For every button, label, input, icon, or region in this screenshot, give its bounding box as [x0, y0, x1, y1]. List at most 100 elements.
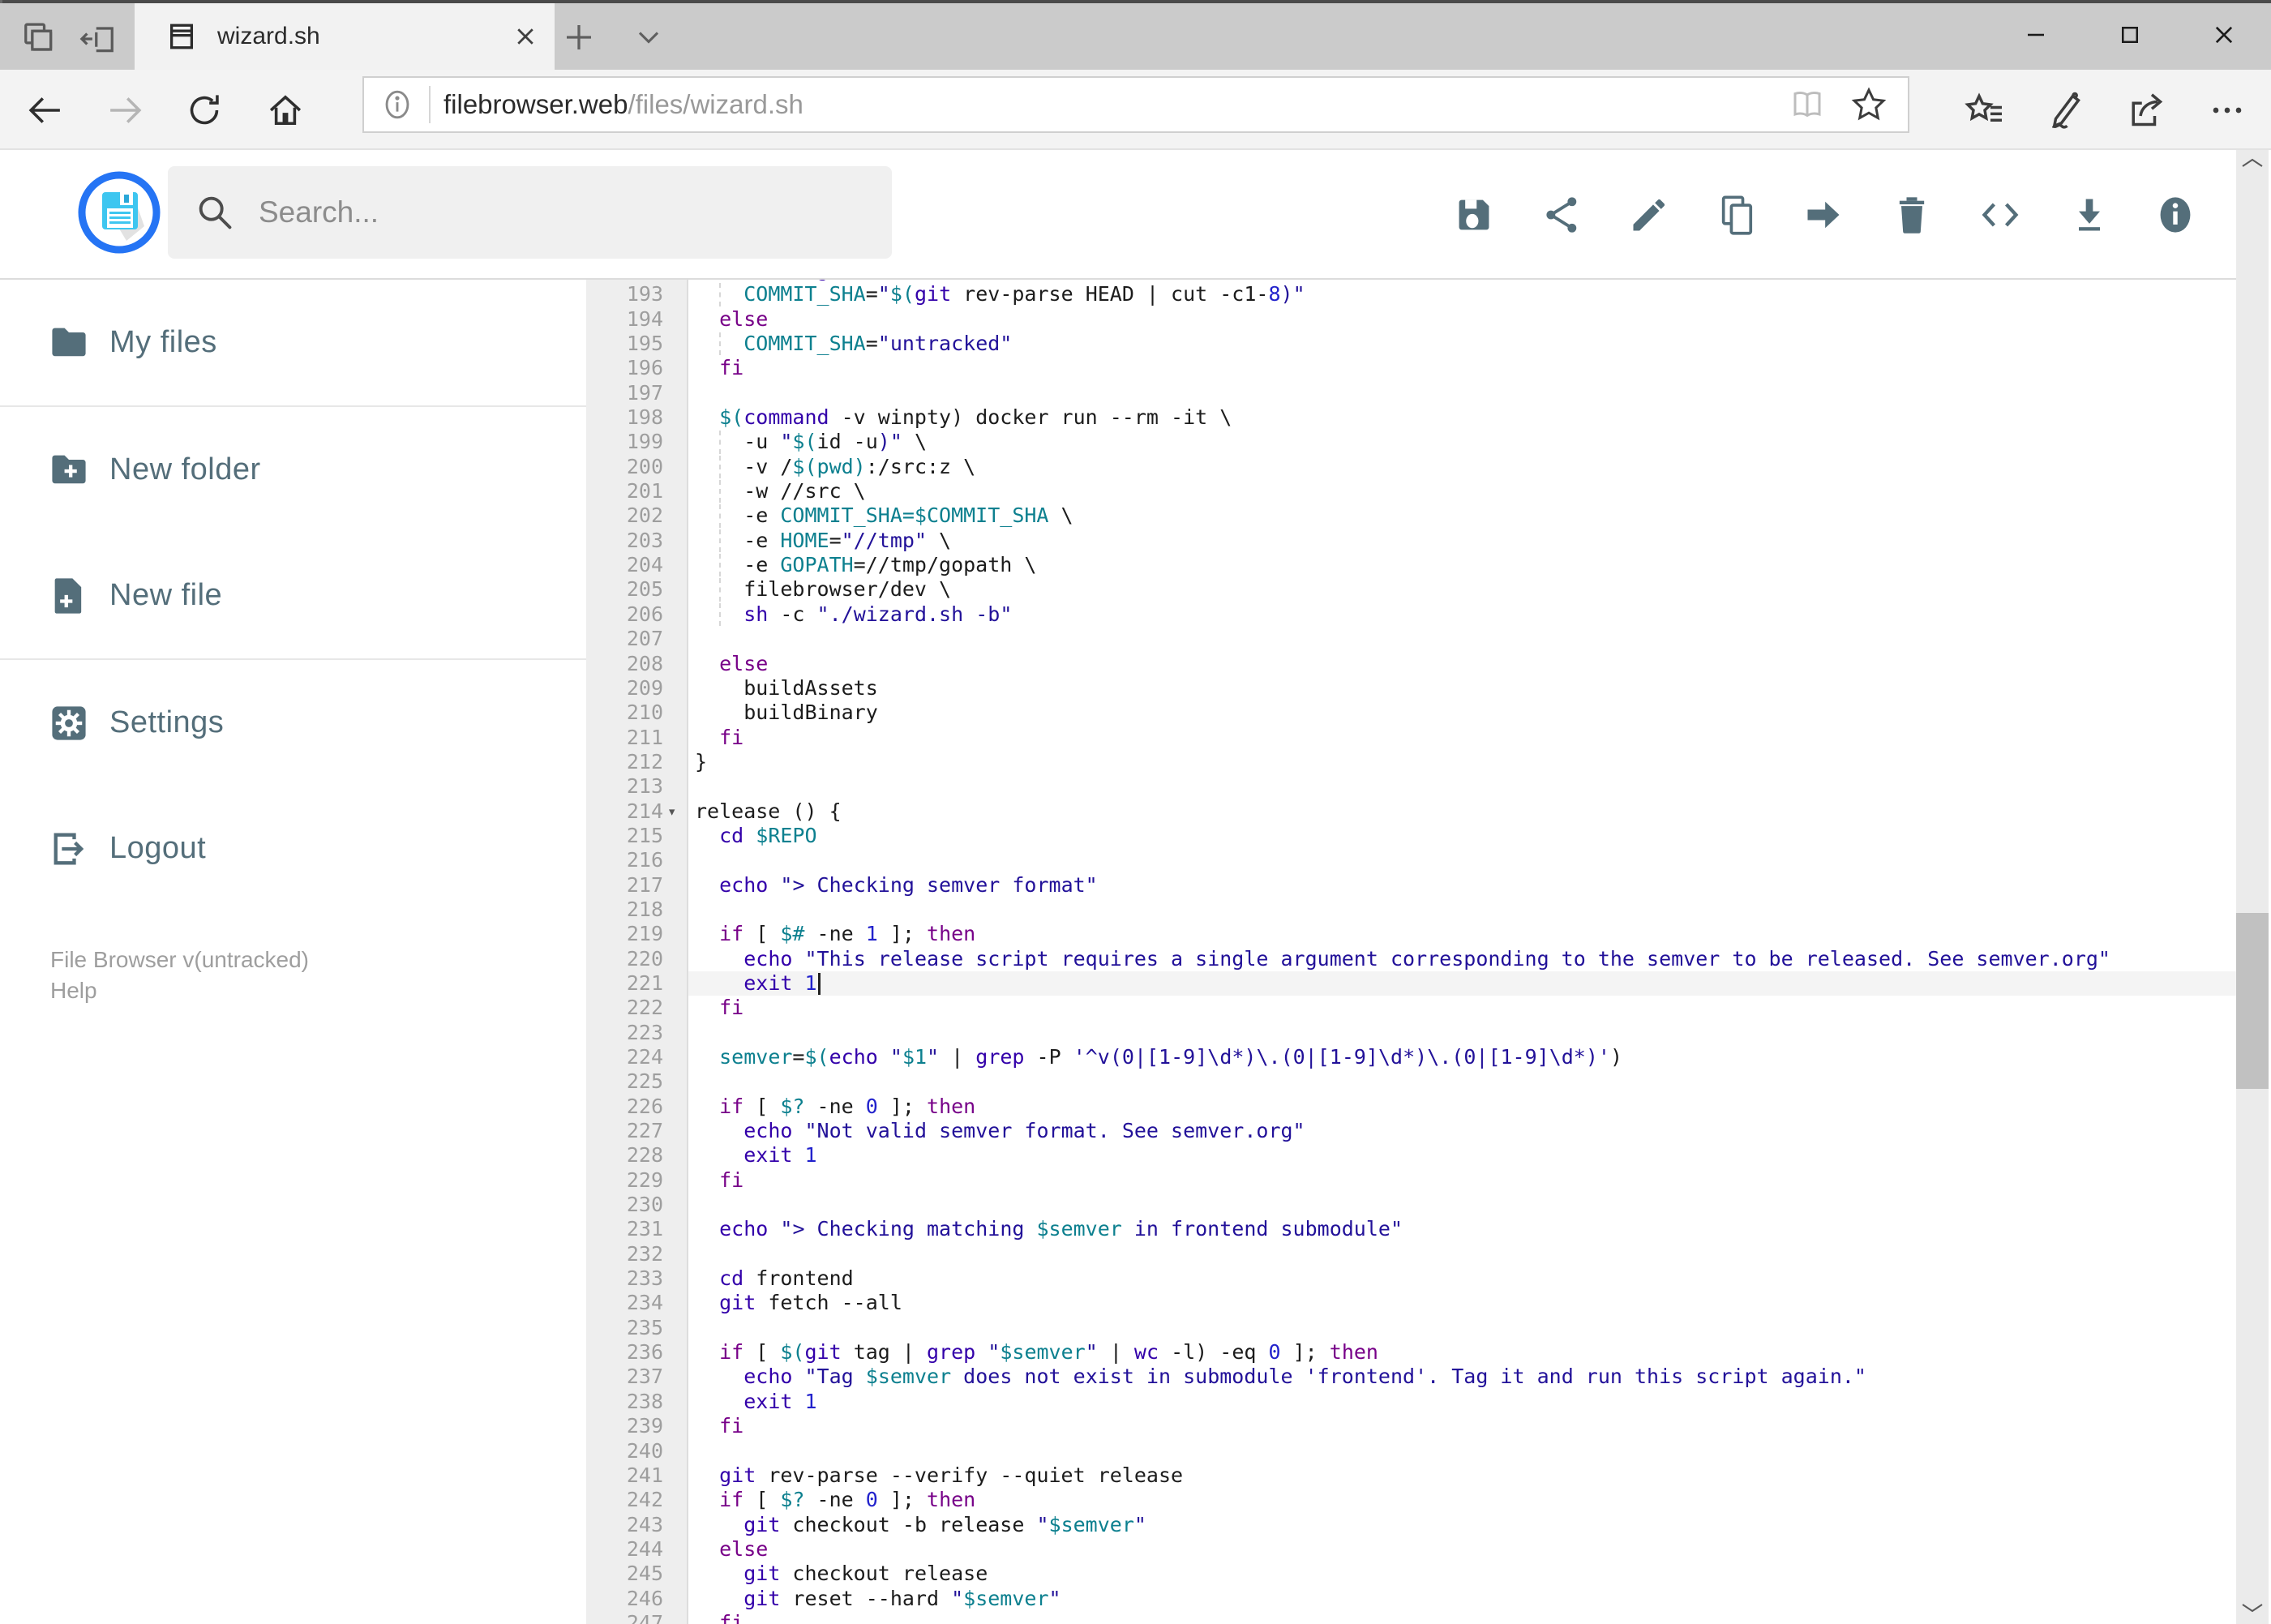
url-text[interactable]: filebrowser.web/files/wizard.sh: [443, 89, 1788, 120]
code-line-212[interactable]: 212}: [586, 750, 2236, 774]
set-tabs-aside-icon[interactable]: [78, 18, 120, 60]
tab-preview-icon[interactable]: [18, 18, 60, 60]
code-line-211[interactable]: 211 fi: [586, 726, 2236, 750]
site-info-icon[interactable]: [379, 86, 416, 123]
code-line-235[interactable]: 235: [586, 1316, 2236, 1340]
code-line-241[interactable]: 241 git rev-parse --verify --quiet relea…: [586, 1463, 2236, 1488]
code-line-231[interactable]: 231 echo "> Checking matching $semver in…: [586, 1217, 2236, 1241]
code-line-207[interactable]: 207: [586, 627, 2236, 651]
tabs-menu-chevron-icon[interactable]: [624, 15, 673, 60]
code-line-208[interactable]: 208 else: [586, 652, 2236, 676]
download-icon[interactable]: [2068, 194, 2110, 236]
code-line-220[interactable]: 220 echo "This release script requires a…: [586, 947, 2236, 971]
code-line-206[interactable]: 206 sh -c "./wizard.sh -b": [586, 602, 2236, 627]
code-line-217[interactable]: 217 echo "> Checking semver format": [586, 873, 2236, 898]
close-window-icon[interactable]: [2189, 3, 2259, 66]
code-line-247[interactable]: 247 fi: [586, 1611, 2236, 1624]
code-line-230[interactable]: 230: [586, 1193, 2236, 1217]
code-line-234[interactable]: 234 git fetch --all: [586, 1291, 2236, 1315]
code-line-226[interactable]: 226 if [ $? -ne 0 ]; then: [586, 1095, 2236, 1119]
fold-arrow-icon[interactable]: ▾: [667, 799, 676, 824]
code-line-213[interactable]: 213: [586, 774, 2236, 799]
code-line-245[interactable]: 245 git checkout release: [586, 1562, 2236, 1586]
share-page-icon[interactable]: [2123, 88, 2169, 133]
code-line-246[interactable]: 246 git reset --hard "$semver": [586, 1587, 2236, 1611]
code-line-225[interactable]: 225: [586, 1069, 2236, 1094]
code-line-200[interactable]: 200 -v /$(pwd):/src:z \: [586, 455, 2236, 479]
code-line-239[interactable]: 239 fi: [586, 1414, 2236, 1438]
move-icon[interactable]: [1802, 194, 1845, 236]
sidebar-item-new-folder[interactable]: New folder: [0, 407, 586, 533]
code-line-222[interactable]: 222 fi: [586, 996, 2236, 1020]
refresh-icon[interactable]: [183, 89, 225, 131]
save-icon[interactable]: [1453, 194, 1495, 236]
browser-tab[interactable]: wizard.sh: [135, 3, 555, 70]
sidebar-item-my-files[interactable]: My files: [0, 280, 586, 405]
code-line-198[interactable]: 198 $(command -v winpty) docker run --rm…: [586, 405, 2236, 430]
favorite-star-icon[interactable]: [1849, 85, 1888, 124]
code-line-236[interactable]: 236 if [ $(git tag | grep "$semver" | wc…: [586, 1340, 2236, 1365]
code-line-194[interactable]: 194 else: [586, 307, 2236, 332]
code-line-228[interactable]: 228 exit 1: [586, 1143, 2236, 1168]
code-line-237[interactable]: 237 echo "Tag $semver does not exist in …: [586, 1365, 2236, 1389]
home-icon[interactable]: [264, 89, 306, 131]
code-line-223[interactable]: 223: [586, 1021, 2236, 1045]
code-line-227[interactable]: 227 echo "Not valid semver format. See s…: [586, 1119, 2236, 1143]
url-bar[interactable]: filebrowser.web/files/wizard.sh: [362, 76, 1909, 133]
code-line-232[interactable]: 232: [586, 1242, 2236, 1266]
code-line-219[interactable]: 219 if [ $# -ne 1 ]; then: [586, 922, 2236, 946]
delete-icon[interactable]: [1891, 194, 1933, 236]
new-tab-icon[interactable]: [555, 15, 603, 60]
sidebar-item-logout[interactable]: Logout: [0, 786, 586, 911]
code-line-203[interactable]: 203 -e HOME="//tmp" \: [586, 529, 2236, 553]
rename-icon[interactable]: [1628, 194, 1670, 236]
code-line-238[interactable]: 238 exit 1: [586, 1390, 2236, 1414]
copy-icon[interactable]: [1716, 194, 1759, 236]
code-line-201[interactable]: 201 -w //src \: [586, 479, 2236, 503]
raw-code-icon[interactable]: [1979, 194, 2021, 236]
code-line-202[interactable]: 202 -e COMMIT_SHA=$COMMIT_SHA \: [586, 503, 2236, 528]
code-line-193[interactable]: 193 COMMIT_SHA="$(git rev-parse HEAD | c…: [586, 282, 2236, 306]
code-line-229[interactable]: 229 fi: [586, 1168, 2236, 1193]
share-icon[interactable]: [1542, 194, 1584, 236]
code-line-210[interactable]: 210 buildBinary: [586, 701, 2236, 725]
code-editor[interactable]: 192 if [ "$(git status -s)" == "" ]; the…: [586, 280, 2236, 1624]
code-line-221[interactable]: 221 exit 1: [586, 971, 2236, 996]
code-line-214[interactable]: 214 ▾ release () {: [586, 799, 2236, 824]
forward-icon[interactable]: [104, 89, 146, 131]
maximize-icon[interactable]: [2095, 3, 2165, 66]
code-line-233[interactable]: 233 cd frontend: [586, 1266, 2236, 1291]
filebrowser-logo[interactable]: [78, 171, 161, 254]
sidebar-item-new-file[interactable]: New file: [0, 533, 586, 658]
code-line-209[interactable]: 209 buildAssets: [586, 676, 2236, 701]
more-options-icon[interactable]: [2205, 88, 2250, 133]
hub-favorites-icon[interactable]: [1962, 88, 2007, 133]
code-line-244[interactable]: 244 else: [586, 1537, 2236, 1562]
code-line-197[interactable]: 197: [586, 381, 2236, 405]
help-link[interactable]: Help: [50, 975, 309, 1006]
code-line-243[interactable]: 243 git checkout -b release "$semver": [586, 1513, 2236, 1537]
code-line-195[interactable]: 195 COMMIT_SHA="untracked": [586, 332, 2236, 356]
search-input[interactable]: Search...: [168, 166, 892, 259]
code-line-199[interactable]: 199 -u "$(id -u)" \: [586, 430, 2236, 454]
scroll-down-icon[interactable]: [2239, 1600, 2265, 1619]
code-line-242[interactable]: 242 if [ $? -ne 0 ]; then: [586, 1488, 2236, 1512]
close-tab-icon[interactable]: [503, 14, 548, 59]
code-line-218[interactable]: 218: [586, 898, 2236, 922]
reading-view-icon[interactable]: [1788, 85, 1827, 124]
annotate-pen-icon[interactable]: [2042, 88, 2087, 133]
scrollbar-thumb[interactable]: [2236, 913, 2269, 1089]
back-icon[interactable]: [24, 89, 66, 131]
code-line-204[interactable]: 204 -e GOPATH=//tmp/gopath \: [586, 553, 2236, 577]
code-line-224[interactable]: 224 semver=$(echo "$1" | grep -P '^v(0|[…: [586, 1045, 2236, 1069]
info-icon[interactable]: [2154, 194, 2196, 236]
minimize-icon[interactable]: [2001, 3, 2071, 66]
code-line-240[interactable]: 240: [586, 1439, 2236, 1463]
page-scrollbar[interactable]: [2236, 150, 2269, 1624]
code-line-215[interactable]: 215 cd $REPO: [586, 824, 2236, 848]
sidebar-item-settings[interactable]: Settings: [0, 660, 586, 786]
code-line-205[interactable]: 205 filebrowser/dev \: [586, 577, 2236, 602]
code-line-196[interactable]: 196 fi: [586, 356, 2236, 380]
code-line-216[interactable]: 216: [586, 848, 2236, 872]
scroll-up-icon[interactable]: [2239, 155, 2265, 174]
